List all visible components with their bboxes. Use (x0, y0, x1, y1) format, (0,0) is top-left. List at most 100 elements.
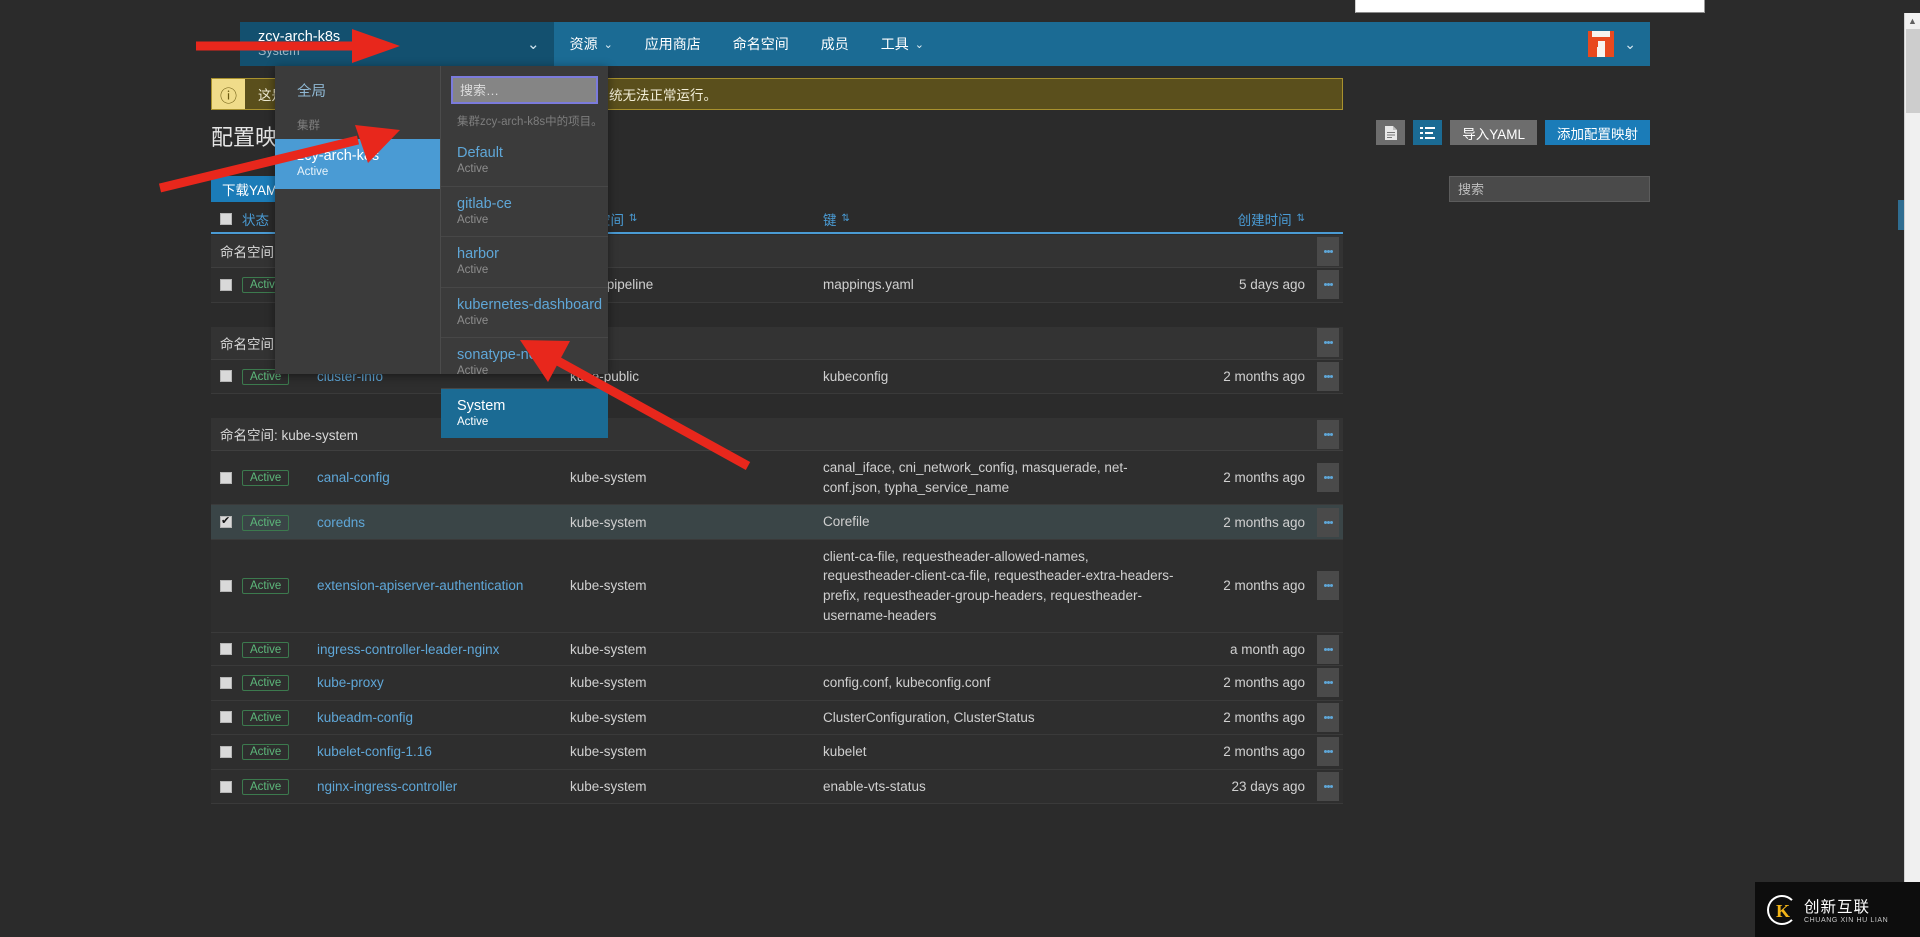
row-select-cell[interactable] (211, 676, 242, 689)
nav-item-members[interactable]: 成员 (805, 22, 865, 66)
dropdown-project-item[interactable]: harbor Active (441, 236, 608, 287)
select-all-cell[interactable] (211, 212, 242, 225)
row-select-cell[interactable] (211, 579, 242, 592)
row-status-cell: Active (242, 641, 317, 658)
scrollbar-thumb[interactable] (1906, 29, 1920, 113)
table-row[interactable]: Active kubelet-config-1.16 kube-system kube… (211, 735, 1343, 770)
row-checkbox[interactable] (220, 471, 232, 484)
configmap-name-link[interactable]: canal-config (317, 470, 390, 485)
row-actions-cell[interactable] (1313, 668, 1343, 698)
table-row[interactable]: Active kubeadm-config kube-system ClusterCo… (211, 700, 1343, 736)
configmap-name-link[interactable]: nginx-ingress-controller (317, 779, 457, 794)
kebab-menu-icon[interactable] (1317, 270, 1339, 300)
nav-item-resources[interactable]: 资源 ⌄ (554, 22, 629, 66)
row-actions-cell[interactable] (1313, 463, 1343, 493)
cluster-project-switcher[interactable]: zcy-arch-k8s System ⌄ (240, 22, 554, 66)
row-select-cell[interactable] (211, 370, 242, 383)
group-actions-cell[interactable] (1313, 328, 1343, 358)
status-badge: Active (242, 641, 290, 658)
project-state: Active (457, 213, 489, 226)
column-key[interactable]: 键 ⇅ (823, 209, 1185, 229)
row-namespace-cell: kube-system (570, 470, 647, 486)
row-status-cell: Active (242, 674, 317, 692)
status-badge: Active (242, 675, 290, 692)
table-row[interactable]: Active nginx-ingress-controller kube-syste… (211, 769, 1343, 805)
row-select-cell[interactable] (211, 643, 242, 656)
import-yaml-button[interactable]: 导入YAML (1450, 120, 1537, 145)
kebab-menu-icon[interactable] (1317, 328, 1339, 358)
column-created[interactable]: 创建时间 ⇅ (1185, 209, 1313, 229)
row-checkbox[interactable] (220, 579, 232, 592)
nav-item-tools[interactable]: 工具 ⌄ (865, 22, 940, 66)
row-select-cell[interactable] (211, 780, 242, 793)
configmap-name-link[interactable]: ingress-controller-leader-nginx (317, 642, 499, 657)
row-checkbox[interactable] (220, 643, 232, 656)
kebab-menu-icon[interactable] (1317, 361, 1339, 391)
row-select-cell[interactable] (211, 514, 242, 529)
table-row[interactable]: Active canal-config kube-system canal_iface… (211, 451, 1343, 506)
row-checkbox[interactable] (220, 514, 232, 529)
row-actions-cell[interactable] (1313, 772, 1343, 802)
dropdown-project-item[interactable]: kubernetes-dashboard Active (441, 286, 608, 338)
dropdown-global-link[interactable]: 全局 (275, 66, 440, 113)
row-actions-cell[interactable] (1313, 270, 1343, 300)
kebab-menu-icon[interactable] (1317, 772, 1339, 802)
row-select-cell[interactable] (211, 745, 242, 758)
project-name: gitlab-ce (457, 195, 512, 212)
row-checkbox[interactable] (220, 278, 232, 291)
kebab-menu-icon[interactable] (1317, 571, 1339, 601)
kebab-menu-icon[interactable] (1317, 419, 1339, 449)
nav-item-apps[interactable]: 应用商店 (629, 22, 717, 66)
group-actions-cell[interactable] (1313, 236, 1343, 266)
row-status-cell: Active (242, 514, 317, 531)
kebab-menu-icon[interactable] (1317, 507, 1339, 537)
row-checkbox[interactable] (220, 745, 232, 758)
scroll-up-icon[interactable]: ▲ (1905, 13, 1920, 29)
dropdown-project-item[interactable]: Default Active (441, 136, 608, 186)
group-actions-cell[interactable] (1313, 419, 1343, 449)
row-actions-cell[interactable] (1313, 737, 1343, 767)
page-scrollbar[interactable]: ▲ (1904, 13, 1920, 937)
list-view-button[interactable] (1413, 120, 1443, 145)
row-select-cell[interactable] (211, 278, 242, 291)
user-menu[interactable]: ⌄ (1574, 22, 1650, 66)
row-select-cell[interactable] (211, 471, 242, 484)
row-checkbox[interactable] (220, 780, 232, 793)
row-checkbox[interactable] (220, 676, 232, 689)
kebab-menu-icon[interactable] (1317, 668, 1339, 698)
row-actions-cell[interactable] (1313, 634, 1343, 664)
dropdown-project-item[interactable]: sonatype-nexus Active (441, 337, 608, 388)
dropdown-project-item[interactable]: System Active (441, 387, 608, 438)
configmap-name-link[interactable]: coredns (317, 515, 365, 530)
row-created-cell: 2 months ago (1223, 514, 1305, 530)
row-select-cell[interactable] (211, 711, 242, 724)
kebab-menu-icon[interactable] (1317, 702, 1339, 732)
kebab-menu-icon[interactable] (1317, 737, 1339, 767)
configmap-name-link[interactable]: extension-apiserver-authentication (317, 578, 523, 593)
kebab-menu-icon[interactable] (1317, 236, 1339, 266)
yaml-view-button[interactable] (1376, 120, 1406, 145)
row-checkbox[interactable] (220, 711, 232, 724)
select-all-checkbox[interactable] (220, 212, 232, 225)
row-actions-cell[interactable] (1313, 361, 1343, 391)
dropdown-search-input[interactable] (451, 76, 598, 104)
row-actions-cell[interactable] (1313, 507, 1343, 537)
row-actions-cell[interactable] (1313, 571, 1343, 601)
configmap-name-link[interactable]: kubeadm-config (317, 710, 413, 725)
table-row[interactable]: Active kube-proxy kube-system config.conf, … (211, 666, 1343, 701)
kebab-menu-icon[interactable] (1317, 463, 1339, 493)
row-actions-cell[interactable] (1313, 702, 1343, 732)
add-configmap-button[interactable]: 添加配置映射 (1545, 120, 1650, 145)
dropdown-project-item[interactable]: gitlab-ce Active (441, 185, 608, 237)
configmap-name-link[interactable]: kube-proxy (317, 675, 384, 690)
search-input[interactable] (1449, 176, 1650, 202)
kebab-menu-icon[interactable] (1317, 634, 1339, 664)
row-name-cell: coredns (317, 515, 570, 530)
table-row[interactable]: Active ingress-controller-leader-nginx kub… (211, 633, 1343, 667)
nav-item-namespaces[interactable]: 命名空间 (717, 22, 805, 66)
configmap-name-link[interactable]: kubelet-config-1.16 (317, 744, 432, 759)
table-row[interactable]: Active coredns kube-system Corefile 2 months… (211, 505, 1343, 540)
row-checkbox[interactable] (220, 370, 232, 383)
table-row[interactable]: Active extension-apiserver-authentication… (211, 539, 1343, 634)
dropdown-cluster-item[interactable]: zcy-arch-k8s Active (275, 139, 440, 189)
